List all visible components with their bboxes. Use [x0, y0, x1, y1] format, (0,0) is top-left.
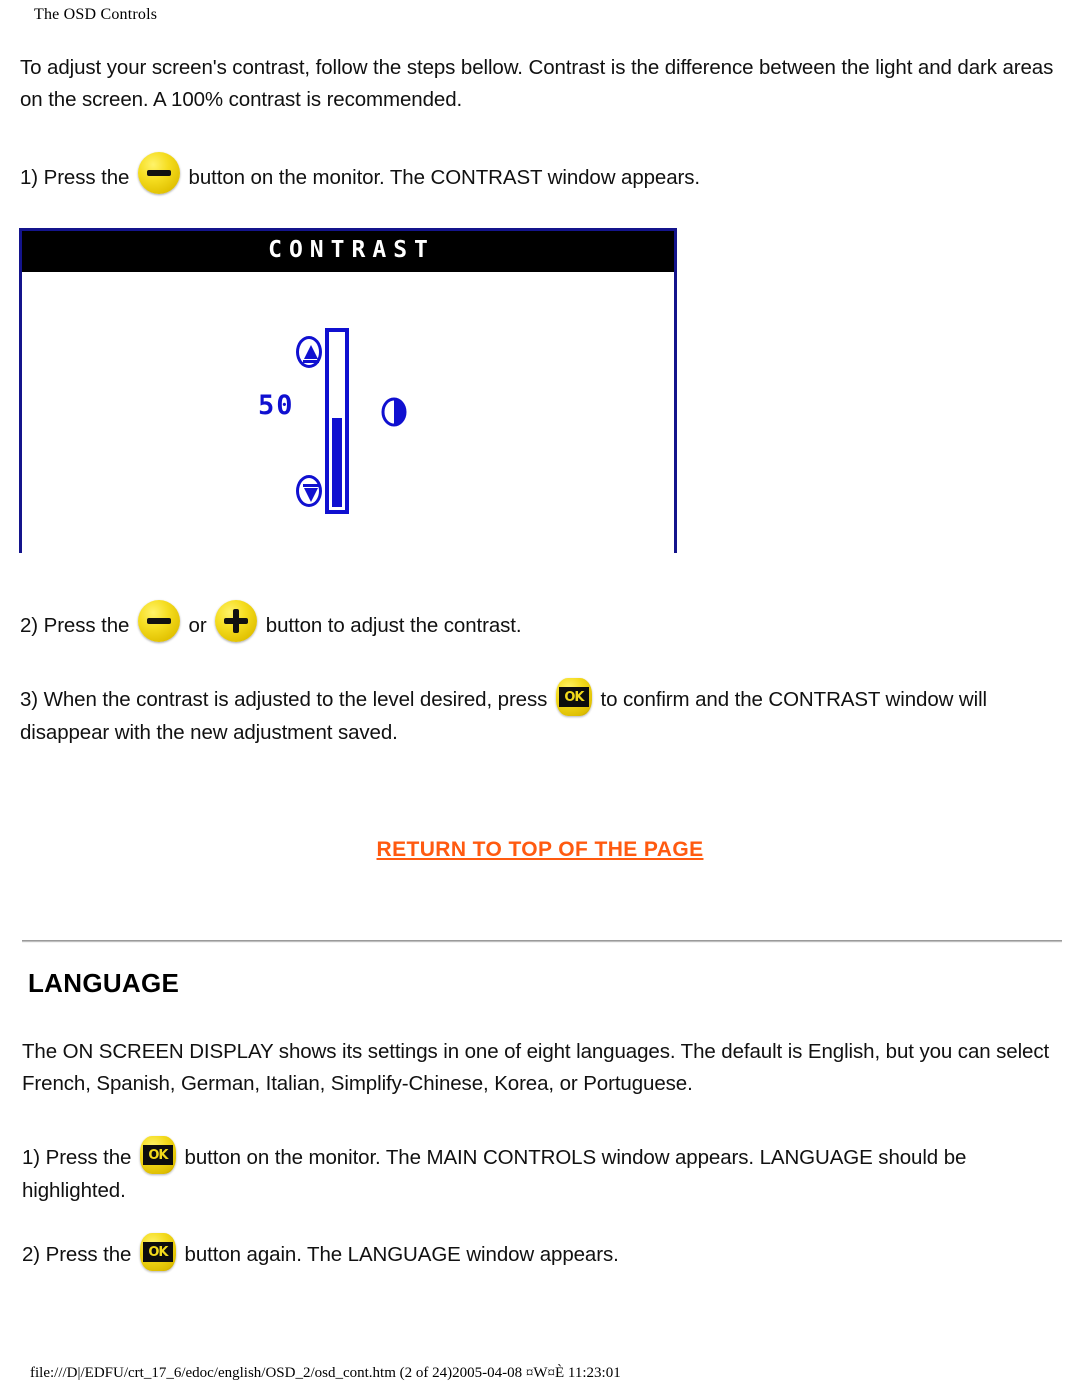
osd-slider-track[interactable] — [325, 328, 349, 514]
contrast-steps-tail: 2) Press the or button to adjust the con… — [20, 600, 1064, 749]
contrast-step-3-text-before: 3) When the contrast is adjusted to the … — [20, 688, 548, 711]
minus-glyph — [146, 170, 171, 176]
contrast-step-1: 1) Press the button on the monitor. The … — [20, 152, 1064, 194]
ok-button-icon[interactable]: OK — [139, 1233, 176, 1271]
ok-plate: OK — [142, 1242, 173, 1262]
contrast-step-2-text-after: button to adjust the contrast. — [265, 614, 522, 637]
return-to-top-link[interactable]: RETURN TO TOP OF THE PAGE — [377, 838, 704, 861]
minus-button-icon[interactable] — [137, 600, 180, 642]
up-arrow-icon — [296, 336, 322, 368]
osd-value-label: 50 — [258, 390, 295, 421]
osd-contrast-window: CONTRAST 50 — [19, 228, 677, 553]
ok-plate: OK — [142, 1145, 173, 1165]
return-link-wrapper: RETURN TO TOP OF THE PAGE — [0, 838, 1080, 862]
language-section-heading: LANGUAGE — [28, 968, 180, 998]
page-header: The OSD Controls — [34, 6, 158, 23]
ok-button-label: OK — [564, 689, 584, 705]
ok-plate: OK — [558, 687, 589, 707]
down-arrow-icon — [296, 475, 322, 507]
language-step-2-text-after: button again. The LANGUAGE window appear… — [184, 1243, 619, 1266]
contrast-step-3: 3) When the contrast is adjusted to the … — [20, 678, 1064, 749]
language-step-2-text-before: 2) Press the — [22, 1243, 132, 1266]
minus-button-icon[interactable] — [137, 152, 180, 194]
minus-glyph — [146, 618, 171, 624]
language-step-2: 2) Press the OK button again. The LANGUA… — [22, 1233, 1062, 1271]
osd-slider-fill — [332, 418, 342, 507]
contrast-step-1-text-before: 1) Press the — [20, 166, 130, 189]
up-arrow-svg — [303, 345, 319, 363]
page-footer-path: file:///D|/EDFU/crt_17_6/edoc/english/OS… — [30, 1365, 621, 1381]
contrast-half-circle-svg — [381, 397, 407, 427]
contrast-step-2-text-middle: or — [188, 614, 207, 637]
language-step-1: 1) Press the OK button on the monitor. T… — [22, 1136, 1062, 1207]
ok-button-label: OK — [148, 1147, 168, 1163]
language-intro-paragraph: The ON SCREEN DISPLAY shows its settings… — [22, 1040, 1050, 1095]
language-step-1-text-before: 1) Press the — [22, 1146, 132, 1169]
plus-glyph-vertical — [233, 609, 240, 633]
ok-button-icon[interactable]: OK — [139, 1136, 176, 1174]
contrast-step-1-text-after: button on the monitor. The CONTRAST wind… — [188, 166, 701, 189]
contrast-section: To adjust your screen's contrast, follow… — [20, 52, 1064, 194]
osd-window-title: CONTRAST — [268, 237, 435, 263]
contrast-intro-paragraph: To adjust your screen's contrast, follow… — [20, 56, 1054, 111]
osd-titlebar: CONTRAST — [22, 231, 674, 269]
ok-button-icon[interactable]: OK — [555, 678, 592, 716]
contrast-step-2: 2) Press the or button to adjust the con… — [20, 600, 1064, 642]
contrast-step-2-text-before: 2) Press the — [20, 614, 130, 637]
language-section: The ON SCREEN DISPLAY shows its settings… — [22, 1036, 1062, 1271]
plus-button-icon[interactable] — [215, 600, 258, 642]
osd-window-body: 50 — [22, 269, 674, 553]
ok-button-label: OK — [148, 1244, 168, 1260]
down-arrow-svg — [303, 484, 319, 502]
section-divider — [22, 940, 1062, 943]
contrast-half-circle-icon — [380, 396, 408, 428]
